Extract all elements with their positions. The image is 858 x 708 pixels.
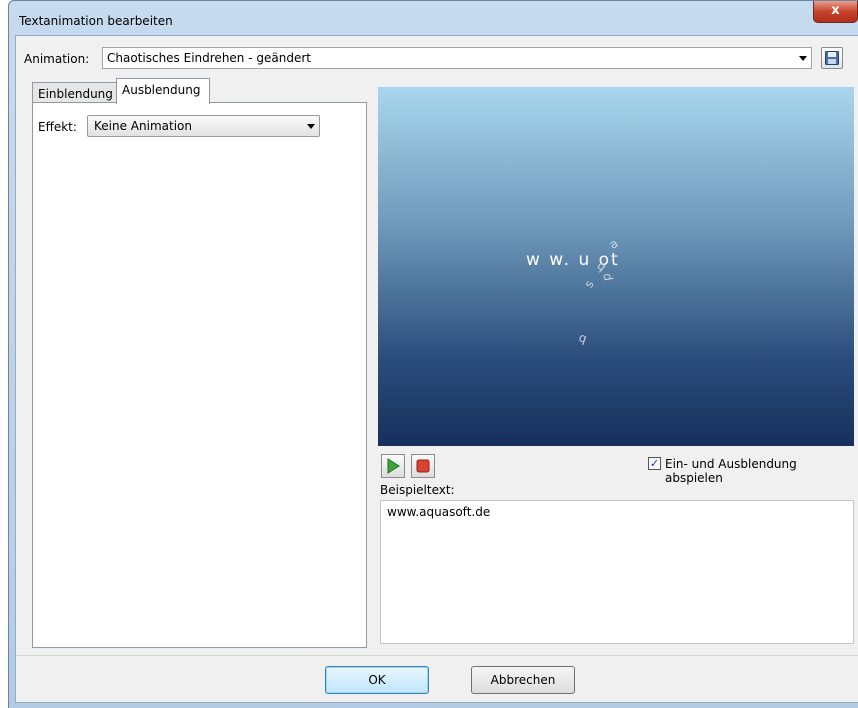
ok-button[interactable]: OK: [325, 666, 429, 694]
animation-label: Animation:: [24, 52, 90, 66]
animation-dropdown-value: Chaotisches Eindrehen - geändert: [107, 51, 311, 65]
checkmark-icon: ✓: [649, 457, 660, 470]
dialog-window: Textanimation bearbeiten x Animation: Ch…: [8, 0, 858, 708]
cancel-button[interactable]: Abbrechen: [471, 666, 575, 694]
effekt-dropdown-value: Keine Animation: [94, 119, 192, 133]
tab-label: Einblendung: [38, 87, 113, 101]
dialog-client-area: Animation: Chaotisches Eindrehen - geänd…: [15, 35, 858, 703]
chevron-down-icon: [307, 124, 315, 129]
play-button[interactable]: [381, 454, 405, 478]
window-title: Textanimation bearbeiten: [19, 14, 173, 28]
floppy-disk-icon: [825, 51, 839, 65]
play-both-checkbox[interactable]: ✓: [648, 457, 661, 470]
close-button[interactable]: x: [813, 1, 858, 23]
animation-preview: w w. u ot a q s d q: [378, 87, 854, 446]
flying-letter: d: [600, 272, 616, 282]
flying-letter: s: [581, 277, 597, 291]
tab-einblendung[interactable]: Einblendung: [32, 82, 117, 104]
save-button[interactable]: [821, 47, 843, 69]
title-bar[interactable]: Textanimation bearbeiten x: [9, 1, 858, 35]
play-both-label: Ein- und Ausblendung abspielen: [665, 457, 797, 485]
animation-dropdown[interactable]: Chaotisches Eindrehen - geändert: [102, 47, 812, 69]
tab-label: Ausblendung: [122, 83, 201, 97]
close-icon: x: [831, 3, 840, 18]
play-icon: [387, 458, 400, 474]
effekt-dropdown[interactable]: Keine Animation: [87, 115, 320, 137]
ausblendung-panel: Effekt: Keine Animation: [32, 102, 367, 648]
tab-ausblendung[interactable]: Ausblendung: [116, 78, 210, 104]
effekt-label: Effekt:: [38, 120, 77, 134]
footer-divider: [16, 655, 858, 656]
chevron-down-icon: [799, 56, 807, 61]
stop-button[interactable]: [411, 454, 435, 478]
beispieltext-label: Beispieltext:: [380, 483, 455, 497]
stop-icon: [416, 459, 430, 473]
beispieltext-input[interactable]: www.aquasoft.de: [380, 500, 854, 644]
beispieltext-value: www.aquasoft.de: [387, 505, 491, 519]
flying-letter: q: [576, 330, 589, 346]
